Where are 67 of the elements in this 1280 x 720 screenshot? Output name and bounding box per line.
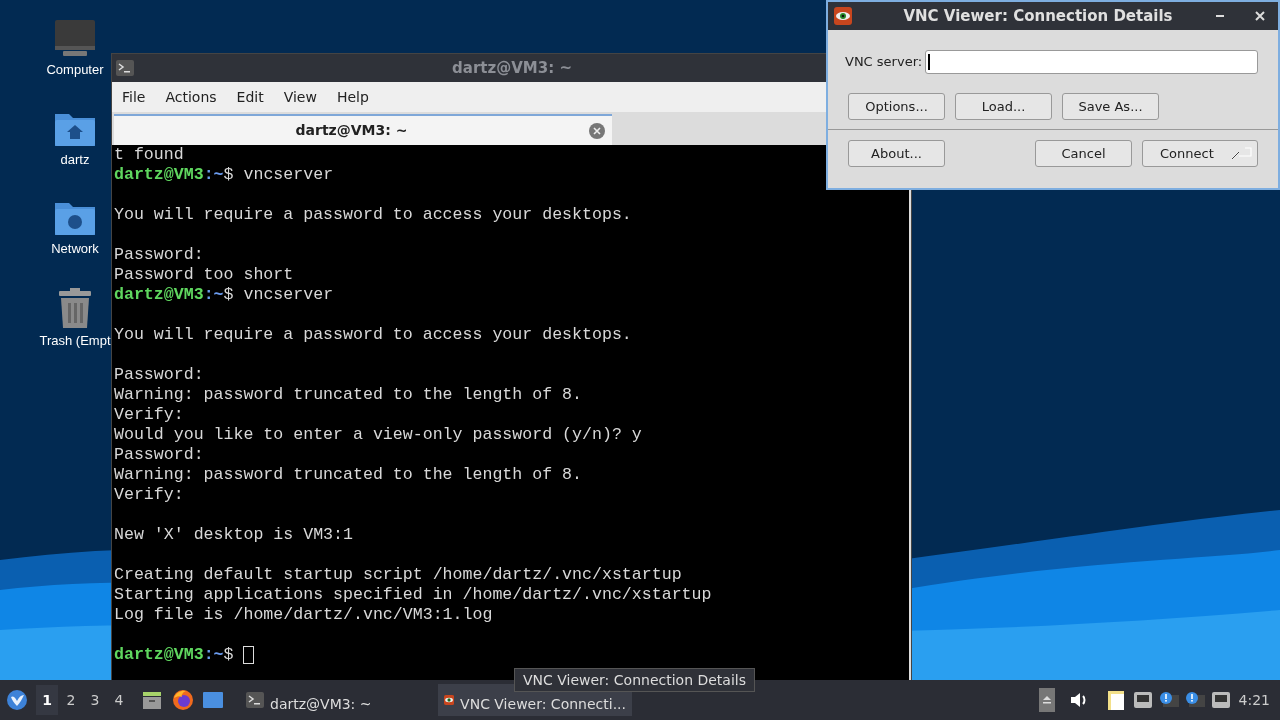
terminal-output-line: New 'X' desktop is VM3:1 (114, 525, 353, 545)
workspace-button[interactable]: 1 (36, 685, 58, 715)
terminal-output-line: Would you like to enter a view-only password (y/n)? y (114, 425, 642, 445)
prompt-user: dartz@VM3 (114, 165, 204, 185)
close-icon[interactable] (1254, 10, 1266, 22)
terminal-command: $ (223, 645, 235, 665)
terminal-output-line: Warning: password truncated to the length of 8. (114, 465, 583, 485)
close-icon[interactable] (589, 122, 605, 139)
monitor-icon (54, 18, 96, 58)
workspace-button[interactable]: 2 (60, 685, 82, 715)
menu-item[interactable]: Help (329, 86, 376, 108)
menu-item[interactable]: Actions (158, 86, 224, 108)
eject-icon[interactable] (1038, 688, 1055, 712)
file-cabinet-icon[interactable] (142, 690, 162, 710)
window-title: VNC Viewer: Connection Details (902, 5, 1174, 27)
firefox-icon[interactable] (172, 689, 194, 711)
prompt-path: :~ (203, 285, 224, 305)
field-label: VNC server: (845, 53, 923, 72)
dialog-button[interactable]: Save As... (1062, 93, 1159, 120)
prompt-path: :~ (203, 165, 224, 185)
desktop-icon-label[interactable]: Trash (Empt (39, 330, 111, 350)
window-icon[interactable] (202, 690, 224, 710)
taskbar-task[interactable]: dartz@VM3: ~ (240, 684, 434, 716)
terminal-command: $ vncserver (223, 285, 334, 305)
desktop-icon-label[interactable]: Computer (46, 60, 104, 80)
tooltip: VNC Viewer: Connection Details (514, 668, 755, 692)
ethernet-icon[interactable] (1210, 691, 1231, 709)
clock[interactable]: 4:21 (1238, 689, 1270, 711)
prompt-user: dartz@VM3 (114, 645, 204, 665)
ethernet-icon[interactable] (1132, 691, 1153, 709)
prompt-user: dartz@VM3 (114, 285, 204, 305)
desktop-icon-label[interactable]: Network (51, 239, 99, 259)
terminal-output-line: Password: (114, 365, 204, 385)
terminal-output-line: Creating default startup script /home/dartz/.vnc/xstartup (114, 565, 682, 585)
menu-item[interactable]: View (276, 86, 324, 108)
dialog-button[interactable]: Load... (955, 93, 1052, 120)
terminal-output-line: t found (114, 145, 184, 165)
info-icon[interactable] (1158, 691, 1179, 709)
terminal-command: $ vncserver (223, 165, 334, 185)
terminal-output-line: Password too short (114, 265, 294, 285)
window-title: dartz@VM3: ~ (451, 57, 573, 79)
connect-button[interactable]: Connect (1142, 140, 1258, 167)
terminal-output-line: You will require a password to access your desktops. (114, 205, 632, 225)
terminal-output-line: Starting applications specified in /home/dartz/.vnc/xstartup (114, 585, 712, 605)
terminal-output-line: Verify: (114, 405, 184, 425)
terminal-tab[interactable]: dartz@VM3: ~ (114, 114, 612, 145)
about-button[interactable]: About... (848, 140, 945, 167)
menu-item[interactable]: Edit (229, 86, 271, 108)
info-icon[interactable] (1184, 691, 1205, 709)
server-field[interactable] (925, 50, 1258, 74)
clipboard-icon[interactable] (1106, 689, 1127, 711)
terminal-icon (246, 692, 264, 708)
workspace-button[interactable]: 4 (108, 685, 130, 715)
dialog-button[interactable]: Options... (848, 93, 945, 120)
terminal-output-line: Password: (114, 245, 204, 265)
terminal-output-line: Verify: (114, 485, 184, 505)
terminal-icon (116, 60, 134, 76)
prompt-path: :~ (203, 645, 224, 665)
cancel-button[interactable]: Cancel (1035, 140, 1132, 167)
terminal-output-line: Warning: password truncated to the length of 8. (114, 385, 583, 405)
workspace-button[interactable]: 3 (84, 685, 106, 715)
desktop-icon-label[interactable]: dartz (60, 149, 90, 169)
terminal-output-line: Password: (114, 445, 204, 465)
menu-item[interactable]: File (115, 86, 153, 108)
terminal-output-line: Log file is /home/dartz/.vnc/VM3:1.log (114, 605, 493, 625)
eye-icon (834, 7, 852, 25)
terminal-output-line: You will require a password to access your desktops. (114, 325, 632, 345)
